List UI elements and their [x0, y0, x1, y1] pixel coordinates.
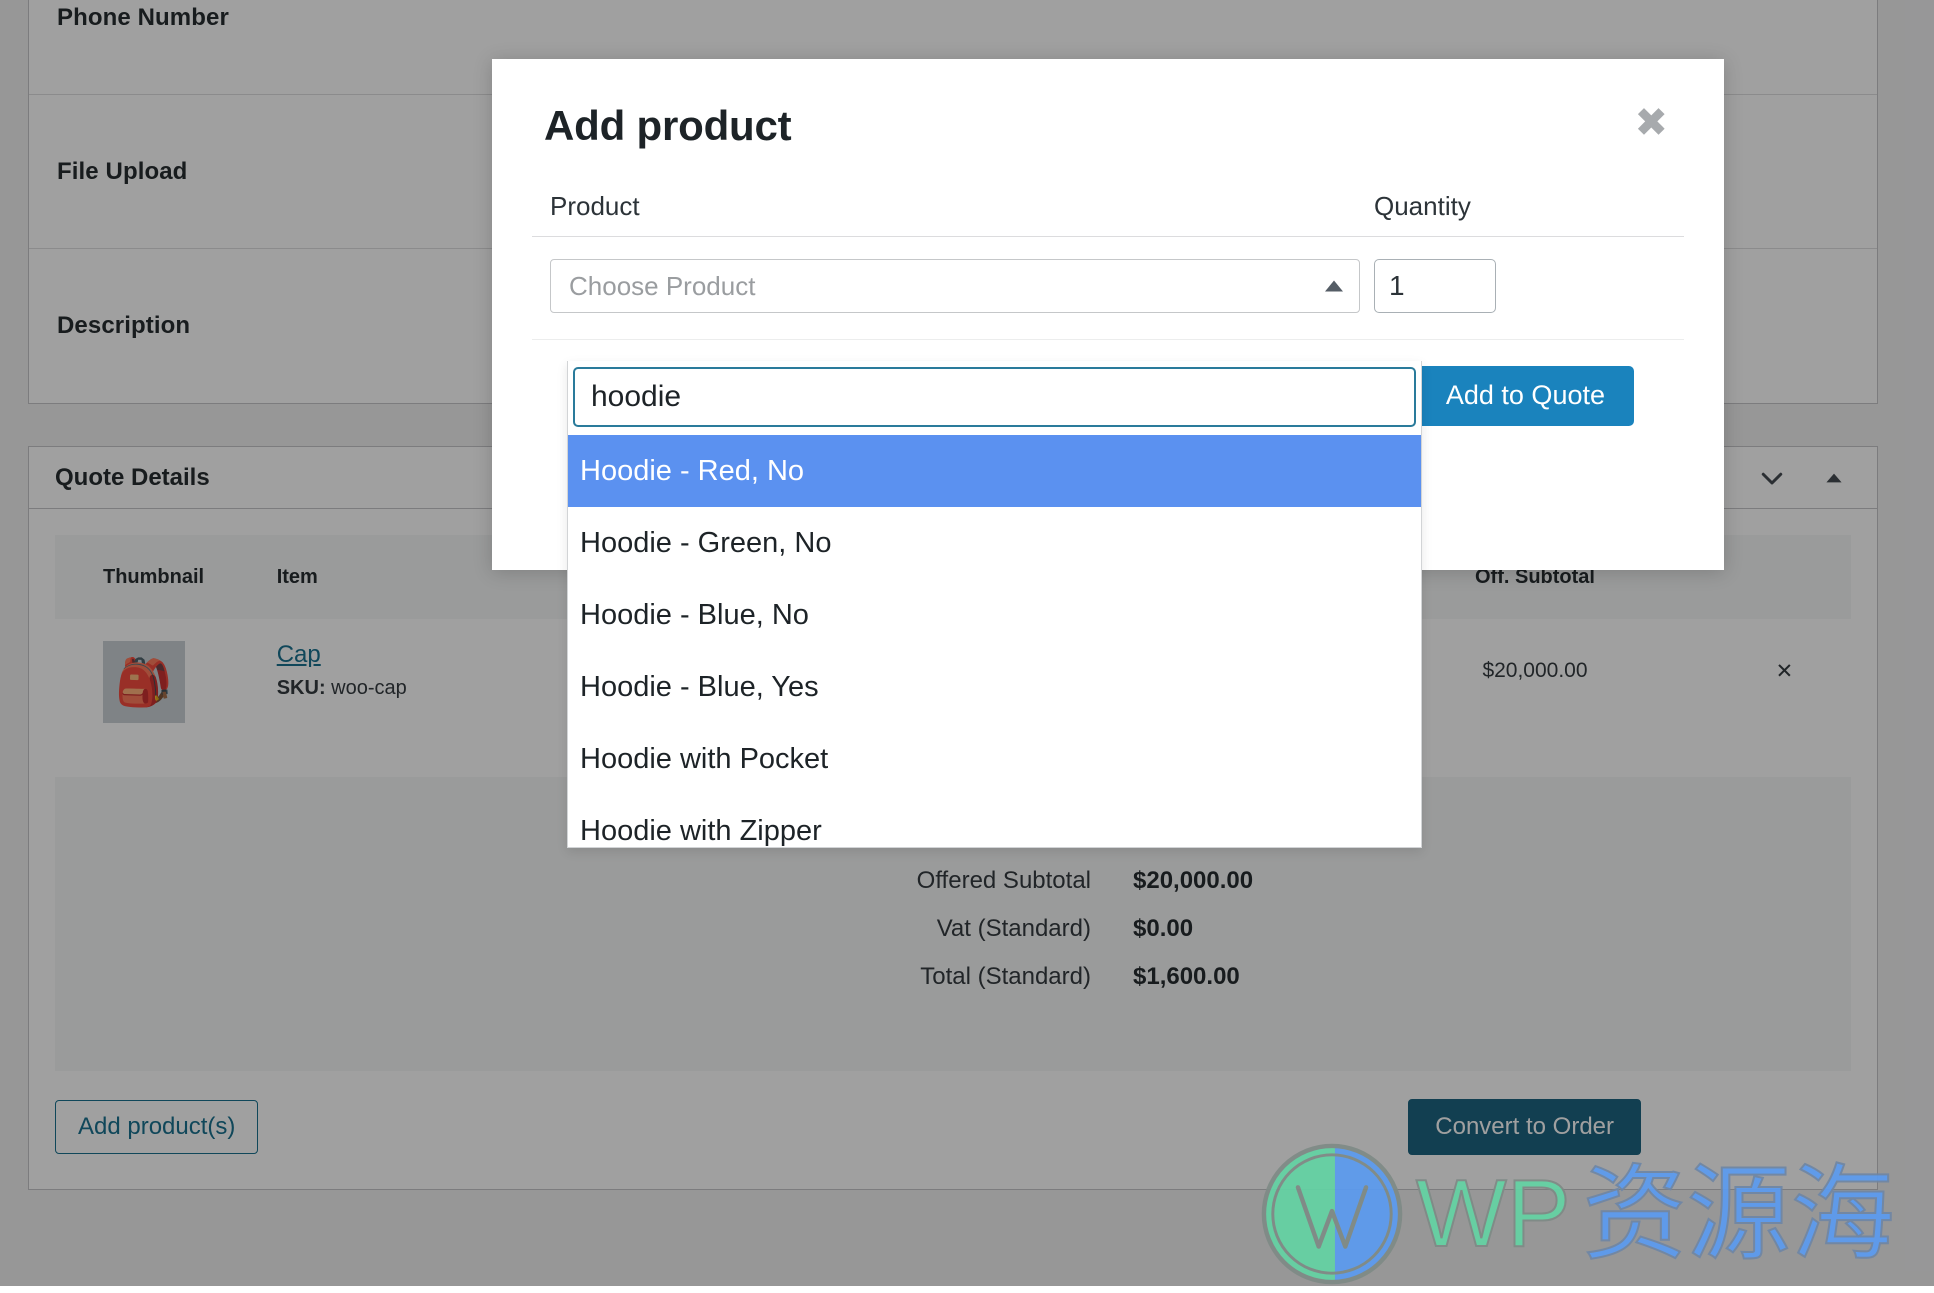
dropdown-search-wrap [568, 361, 1421, 427]
close-icon[interactable]: ✖ [1630, 103, 1672, 143]
modal-header: Add product ✖ [492, 59, 1724, 149]
add-to-quote-button[interactable]: Add to Quote [1416, 366, 1634, 426]
modal-title: Add product [544, 102, 792, 149]
product-select-placeholder: Choose Product [569, 270, 756, 301]
dropdown-option-hoodie-with-pocket[interactable]: Hoodie with Pocket [568, 723, 1421, 795]
modal-product-row: Choose Product [532, 237, 1684, 341]
dropdown-option-list: Hoodie - Red, No Hoodie - Green, No Hood… [568, 435, 1421, 847]
modal-column-headers: Product Quantity [532, 185, 1684, 238]
dropdown-option-hoodie-red-no[interactable]: Hoodie - Red, No [568, 435, 1421, 507]
product-select[interactable]: Choose Product [550, 259, 1360, 314]
dropdown-option-hoodie-blue-yes[interactable]: Hoodie - Blue, Yes [568, 651, 1421, 723]
quantity-cell [1360, 259, 1684, 314]
column-header-product: Product [550, 191, 640, 222]
product-search-input[interactable] [573, 367, 1416, 427]
dropdown-option-hoodie-with-zipper[interactable]: Hoodie with Zipper [568, 795, 1421, 847]
column-header-quantity: Quantity [1374, 191, 1471, 222]
dropdown-option-hoodie-green-no[interactable]: Hoodie - Green, No [568, 507, 1421, 579]
product-dropdown: Hoodie - Red, No Hoodie - Green, No Hood… [567, 361, 1422, 848]
dropdown-option-hoodie-blue-no[interactable]: Hoodie - Blue, No [568, 579, 1421, 651]
product-select-cell: Choose Product [532, 259, 1360, 314]
caret-up-icon [1325, 280, 1343, 292]
quantity-input[interactable] [1374, 259, 1496, 314]
